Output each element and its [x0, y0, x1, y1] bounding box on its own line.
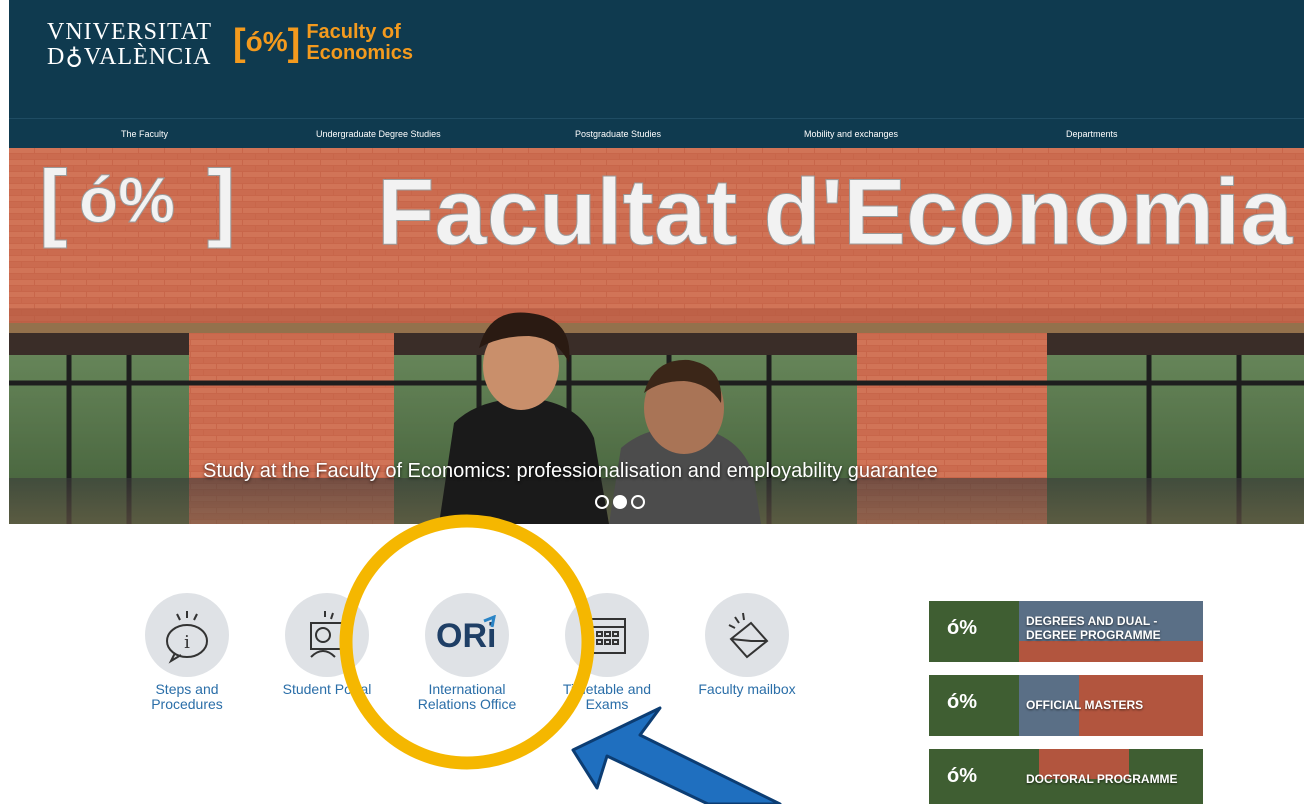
hero-caption[interactable]: Study at the Faculty of Economics: profe… [203, 460, 938, 483]
svg-text:i: i [184, 632, 190, 653]
quicklink-international-relations-office[interactable]: ORi International Relations Office [407, 593, 527, 713]
nav-item-undergraduate[interactable]: Undergraduate Degree Studies [316, 129, 441, 139]
student-portal-icon [285, 593, 369, 677]
svg-text:Facultat d'Economia: Facultat d'Economia [377, 159, 1293, 264]
quicklink-label: Steps and Procedures [151, 681, 223, 713]
uv-seal-icon: ♁ [65, 44, 84, 70]
carousel-dot-3[interactable] [631, 495, 645, 509]
svg-text:[: [ [39, 153, 68, 249]
hero-carousel[interactable]: [ ó% ] Facultat d'Economia Study at the … [9, 148, 1304, 524]
banner-line1: OFFICIAL MASTERS [1026, 698, 1144, 712]
quicklink-label: Timetable and Exams [562, 681, 652, 713]
quicklink-faculty-mailbox[interactable]: Faculty mailbox [687, 593, 807, 697]
quicklink-label: International Relations Office [417, 681, 517, 713]
faculty-mark-icon: [ó%] [233, 22, 301, 64]
banner-degrees[interactable]: ó% DEGREES AND DUAL - DEGREE PROGRAMME [929, 601, 1203, 662]
svg-text:ORi: ORi [436, 617, 496, 655]
envelope-icon [705, 593, 789, 677]
banner-line1: DEGREES AND DUAL - [1026, 614, 1158, 628]
university-name-line1: VNIVERSITAT [47, 19, 213, 45]
faculty-mark-icon: ó% [947, 765, 977, 787]
faculty-name-line2: Economics [306, 42, 414, 64]
quicklink-steps-procedures[interactable]: i Steps and Procedures [127, 593, 247, 713]
faculty-mark-icon: ó% [947, 617, 977, 639]
nav-item-the-faculty[interactable]: The Faculty [121, 129, 168, 139]
quicklink-label: Student Portal [282, 681, 372, 697]
banner-official-masters[interactable]: ó% OFFICIAL MASTERS [929, 675, 1203, 736]
faculty-name-line1: Faculty of [306, 21, 401, 43]
banner-line1: DOCTORAL PROGRAMME [1026, 772, 1178, 786]
carousel-dot-2[interactable] [613, 495, 627, 509]
calendar-icon [565, 593, 649, 677]
quicklink-label: Faculty mailbox [698, 681, 796, 697]
banner-doctoral-programme[interactable]: ó% DOCTORAL PROGRAMME [929, 749, 1203, 804]
nav-item-mobility[interactable]: Mobility and exchanges [804, 129, 898, 139]
nav-item-postgraduate[interactable]: Postgraduate Studies [575, 129, 661, 139]
carousel-dot-1[interactable] [595, 495, 609, 509]
university-name-line2: D♁VALÈNCIA [47, 44, 212, 70]
ori-logo-icon: ORi [425, 593, 509, 677]
quicklink-timetable-exams[interactable]: Timetable and Exams [547, 593, 667, 713]
pointer-arrow [571, 706, 782, 804]
hero-sign: [ ó% ] Facultat d'Economia [39, 153, 1294, 265]
university-logo[interactable]: VNIVERSITAT D♁VALÈNCIA [47, 20, 212, 69]
carousel-dots [595, 495, 645, 509]
faculty-mark-icon: ó% [947, 691, 977, 713]
info-bubble-icon: i [145, 593, 229, 677]
faculty-logo[interactable]: [ó%] Faculty of Economics [233, 22, 413, 64]
banner-line2: DEGREE PROGRAMME [1026, 627, 1161, 642]
quicklink-student-portal[interactable]: Student Portal [267, 593, 387, 697]
main-nav: The Faculty Undergraduate Degree Studies… [9, 118, 1304, 148]
nav-item-departments[interactable]: Departments [1066, 129, 1118, 139]
svg-text:ó%: ó% [79, 164, 175, 236]
svg-text:]: ] [207, 153, 236, 249]
site-header: VNIVERSITAT D♁VALÈNCIA [ó%] Faculty of E… [9, 0, 1304, 148]
